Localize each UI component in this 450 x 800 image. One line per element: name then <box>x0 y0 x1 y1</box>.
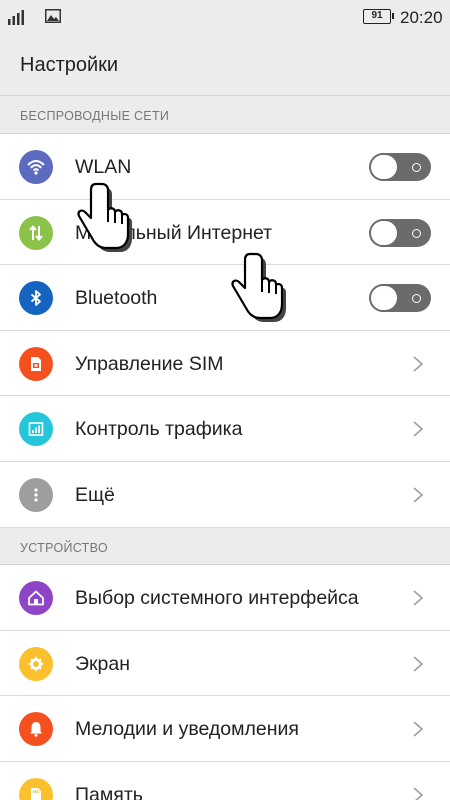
settings-item-bluetooth[interactable]: Bluetooth <box>0 265 450 331</box>
section-header-wireless: БЕСПРОВОДНЫЕ СЕТИ <box>0 96 450 134</box>
home-icon <box>19 581 53 615</box>
settings-item-label: Экран <box>75 652 131 675</box>
toggle-off-indicator <box>412 228 421 238</box>
sim-card-icon <box>19 346 53 381</box>
chevron-right-icon <box>413 590 424 606</box>
settings-item-label: Контроль трафика <box>75 418 243 440</box>
settings-item-sounds[interactable]: Мелодии и уведомления <box>0 696 450 762</box>
app-bar: Настройки <box>0 34 450 96</box>
chevron-right-icon <box>413 486 424 503</box>
settings-item-wlan[interactable]: WLAN <box>0 134 450 200</box>
data-arrows-icon <box>19 215 53 250</box>
wlan-toggle[interactable] <box>369 153 431 181</box>
settings-item-traffic[interactable]: Контроль трафика <box>0 396 450 462</box>
settings-item-label: Мелодии и уведомления <box>75 718 299 740</box>
settings-item-launcher[interactable]: Выбор системного интерфейса <box>0 565 450 631</box>
storage-icon <box>19 777 53 800</box>
toggle-knob <box>371 286 397 310</box>
chevron-right-icon <box>413 421 424 437</box>
settings-item-display[interactable]: Экран <box>0 630 450 696</box>
settings-item-sim[interactable]: Управление SIM <box>0 330 450 396</box>
pointing-hand-icon <box>77 182 132 252</box>
settings-item-mobile-data[interactable]: Мобильный Интернет <box>0 199 450 265</box>
settings-item-label: Память <box>75 783 143 800</box>
battery-indicator: 91 <box>363 9 394 24</box>
section-title: БЕСПРОВОДНЫЕ СЕТИ <box>20 109 170 123</box>
settings-item-storage[interactable]: Память <box>0 761 450 800</box>
signal-strength-icon <box>8 10 24 25</box>
mobile-data-toggle[interactable] <box>369 218 431 247</box>
bluetooth-toggle[interactable] <box>369 284 431 312</box>
chevron-right-icon <box>413 655 424 672</box>
bluetooth-icon <box>19 281 53 315</box>
chevron-right-icon <box>413 786 424 800</box>
chevron-right-icon <box>413 355 424 372</box>
section-header-device: УСТРОЙСТВО <box>0 527 450 565</box>
pointing-hand-icon <box>231 252 286 322</box>
status-bar: 91 20:20 <box>0 0 450 34</box>
toggle-off-indicator <box>412 163 421 172</box>
toggle-knob <box>371 220 397 245</box>
wifi-icon <box>19 150 53 184</box>
settings-item-label: Bluetooth <box>75 287 158 309</box>
toggle-off-indicator <box>412 294 421 303</box>
brightness-icon <box>19 646 53 681</box>
more-vert-icon <box>19 477 53 512</box>
settings-item-label: WLAN <box>75 156 132 178</box>
bell-icon <box>19 712 53 746</box>
chevron-right-icon <box>413 721 424 737</box>
settings-item-label: Ещё <box>75 483 115 506</box>
settings-item-more[interactable]: Ещё <box>0 461 450 527</box>
image-notification-icon <box>45 9 61 23</box>
settings-item-label: Управление SIM <box>75 352 224 375</box>
settings-item-label: Выбор системного интерфейса <box>75 587 359 609</box>
status-clock: 20:20 <box>400 8 443 27</box>
page-title: Настройки <box>20 54 119 76</box>
section-title: УСТРОЙСТВО <box>20 541 108 555</box>
toggle-knob <box>371 155 397 179</box>
traffic-chart-icon <box>19 412 53 446</box>
